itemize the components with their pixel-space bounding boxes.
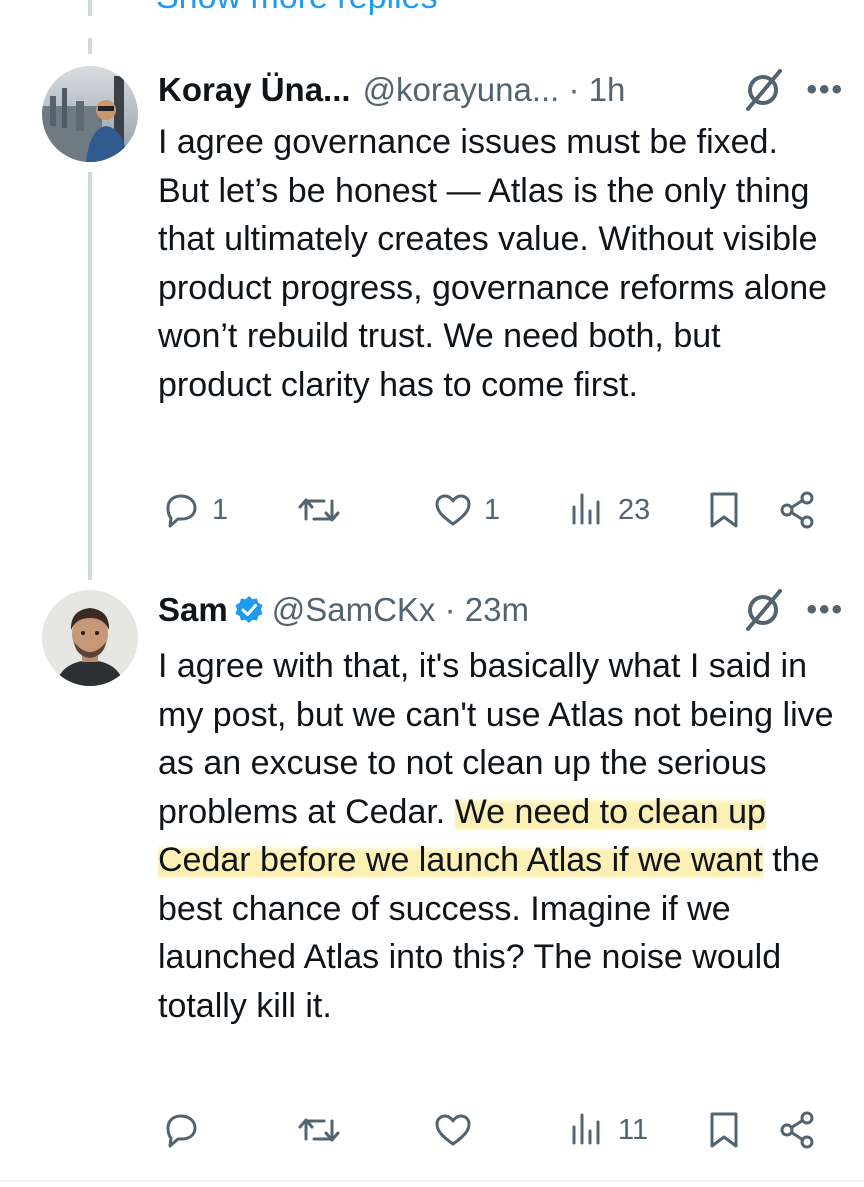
views-button[interactable]: 23 [568, 484, 650, 536]
action-bar: 11 [158, 1104, 828, 1156]
bookmark-icon [710, 492, 738, 528]
thread-line [88, 172, 92, 580]
views-icon [572, 1113, 600, 1145]
repost-icon [298, 498, 340, 522]
more-icon[interactable]: ••• [806, 73, 844, 107]
bookmark-button[interactable] [706, 1104, 742, 1156]
bookmark-icon [710, 1112, 738, 1148]
repost-icon [298, 1118, 340, 1142]
verified-badge-icon [235, 596, 263, 623]
like-count: 1 [484, 493, 501, 526]
grok-icon[interactable] [740, 587, 786, 633]
bookmark-button[interactable] [706, 484, 742, 536]
author-handle[interactable]: @SamCKx · 23m [272, 591, 529, 629]
tweet-header: Koray Üna... @korayuna... · 1h ••• [158, 65, 844, 115]
repost-button[interactable] [296, 484, 352, 536]
reply-icon [166, 1114, 197, 1148]
avatar[interactable] [42, 66, 138, 162]
share-icon [780, 491, 814, 529]
reply-button[interactable]: 1 [160, 484, 228, 536]
like-icon [435, 494, 471, 526]
reply-icon [166, 494, 197, 528]
views-icon [572, 493, 600, 525]
more-icon[interactable]: ••• [806, 593, 844, 627]
action-bar: 1 1 23 [158, 484, 828, 536]
views-button[interactable]: 11 [568, 1104, 648, 1156]
like-button[interactable] [432, 1104, 484, 1156]
grok-icon[interactable] [740, 67, 786, 113]
like-button[interactable]: 1 [432, 484, 500, 536]
view-count: 23 [618, 493, 651, 526]
reply-count: 1 [212, 493, 229, 526]
like-icon [435, 1114, 471, 1146]
author-name[interactable]: Koray Üna... [158, 71, 351, 109]
tweet-text: I agree governance issues must be fixed.… [158, 123, 828, 404]
view-count: 11 [618, 1113, 649, 1146]
author-name[interactable]: Sam [158, 591, 228, 629]
divider [0, 1180, 864, 1182]
tweet-text: I agree with that, it's basically what I… [158, 642, 838, 1030]
share-icon [780, 1111, 814, 1149]
avatar[interactable] [42, 590, 138, 686]
reply-button[interactable] [160, 1104, 212, 1156]
share-button[interactable] [776, 484, 818, 536]
repost-button[interactable] [296, 1104, 352, 1156]
reply-tweet: Koray Üna... @korayuna... · 1h ••• I agr… [0, 0, 864, 580]
share-button[interactable] [776, 1104, 818, 1156]
reply-tweet: Sam @SamCKx · 23m ••• I agree with that,… [0, 580, 864, 1187]
tweet-header: Sam @SamCKx · 23m ••• [158, 585, 844, 635]
author-handle[interactable]: @korayuna... · 1h [363, 71, 626, 109]
